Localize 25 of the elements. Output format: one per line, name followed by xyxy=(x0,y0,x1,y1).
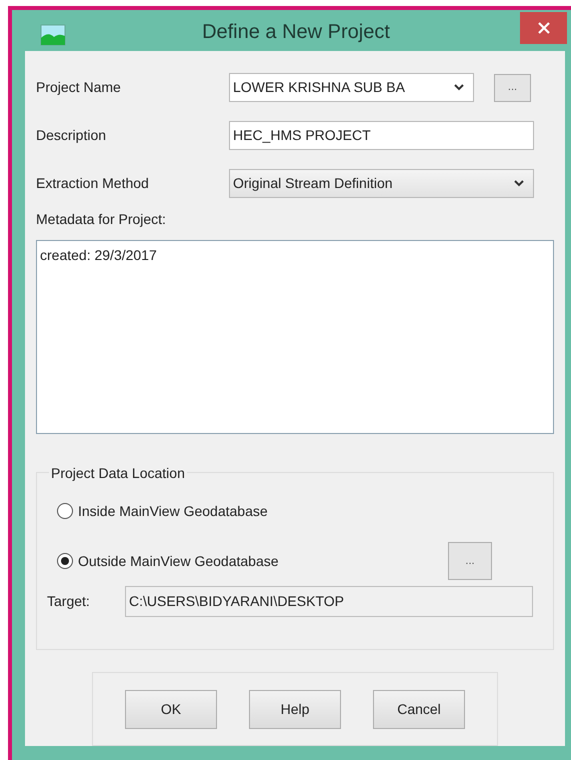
dropdown[interactable]: Original Stream Definition xyxy=(229,169,534,198)
browse-button[interactable]: ... xyxy=(448,542,492,580)
dialog-button[interactable]: Help xyxy=(249,690,341,728)
metadata-label: Metadata for Project: xyxy=(36,210,167,229)
dropdown[interactable]: LOWER KRISHNA SUB BA xyxy=(229,73,474,102)
chevron-down-icon xyxy=(514,180,524,187)
landscape-icon xyxy=(40,24,66,46)
close-icon xyxy=(538,22,550,34)
browse-button[interactable]: ... xyxy=(494,74,531,102)
target-label: Target: xyxy=(47,592,91,611)
radio-button[interactable] xyxy=(57,553,73,569)
radio-label: Outside MainView Geodatabase xyxy=(78,552,280,570)
dialog-button[interactable]: OK xyxy=(125,690,217,728)
metadata-text-area[interactable]: created: 29/3/2017 xyxy=(36,240,554,434)
text-field[interactable]: HEC_HMS PROJECT xyxy=(229,121,534,150)
chevron-down-icon xyxy=(454,84,464,91)
dialog-button[interactable]: Cancel xyxy=(373,690,465,728)
field-label: Project Name xyxy=(36,78,122,97)
radio-label: Inside MainView Geodatabase xyxy=(78,502,269,520)
field-label: Description xyxy=(36,126,108,145)
field-label: Extraction Method xyxy=(36,174,150,193)
close-button[interactable] xyxy=(520,12,567,44)
radio-button[interactable] xyxy=(57,503,73,519)
target-field: C:\USERS\BIDYARANI\DESKTOP xyxy=(125,586,533,617)
window-title: Define a New Project xyxy=(202,20,390,44)
